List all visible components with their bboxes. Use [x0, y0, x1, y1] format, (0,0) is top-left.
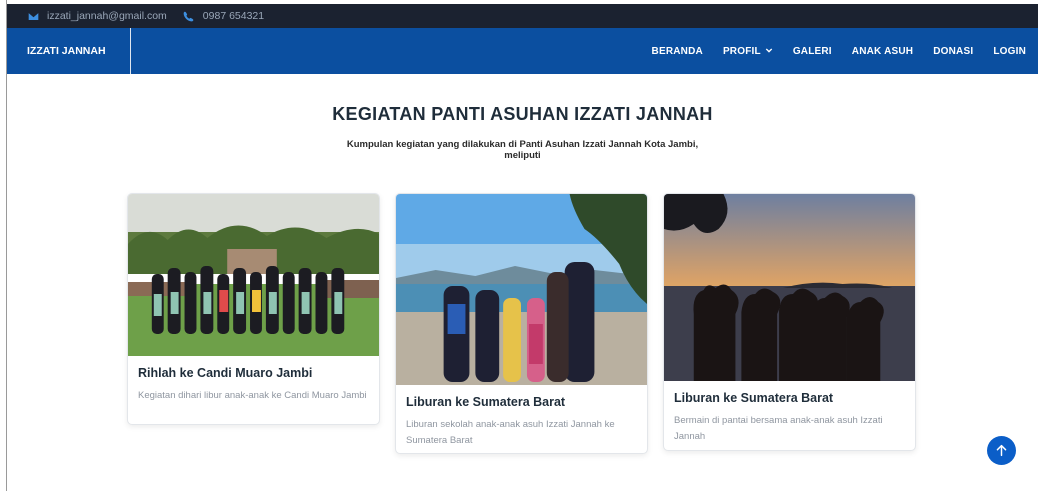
- phone-icon: [183, 10, 195, 22]
- nav-item-beranda[interactable]: BERANDA: [652, 46, 703, 57]
- nav-item-label: PROFIL: [722, 45, 761, 57]
- brand-logo[interactable]: IZZATI JANNAH: [7, 28, 131, 74]
- activity-card[interactable]: Liburan ke Sumatera Barat Liburan sekola…: [395, 193, 648, 454]
- card-body: Liburan ke Sumatera Barat Bermain di pan…: [664, 381, 915, 445]
- email-text: izzati_jannah@gmail.com: [47, 10, 167, 22]
- activity-photo: [128, 194, 379, 356]
- card-title: Liburan ke Sumatera Barat: [674, 391, 834, 405]
- card-title: Rihlah ke Candi Muaro Jambi: [138, 366, 313, 380]
- nav-item-login[interactable]: LOGIN: [993, 46, 1026, 57]
- nav-item-anak-asuh[interactable]: ANAK ASUH: [852, 46, 913, 57]
- activity-card[interactable]: Liburan ke Sumatera Barat Bermain di pan…: [663, 193, 916, 451]
- card-description: Liburan sekolah anak-anak asuh Izzati Ja…: [406, 419, 615, 446]
- section-header: KEGIATAN PANTI ASUHAN IZZATI JANNAH Kump…: [7, 74, 1038, 161]
- card-description: Bermain di pantai bersama anak-anak asuh…: [674, 415, 883, 442]
- card-title: Liburan ke Sumatera Barat: [406, 395, 566, 409]
- main-navbar: IZZATI JANNAH BERANDA PROFIL GALERI ANAK…: [7, 28, 1038, 74]
- email-contact[interactable]: izzati_jannah@gmail.com: [27, 10, 167, 22]
- page-title: KEGIATAN PANTI ASUHAN IZZATI JANNAH: [332, 104, 713, 124]
- nav-menu: BERANDA PROFIL GALERI ANAK ASUH DONASI L…: [652, 46, 1038, 57]
- window-frame: [0, 0, 7, 491]
- activity-card[interactable]: Rihlah ke Candi Muaro Jambi Kegiatan dih…: [127, 193, 380, 425]
- scroll-to-top-button[interactable]: [987, 436, 1016, 465]
- card-body: Liburan ke Sumatera Barat Liburan sekola…: [396, 385, 647, 449]
- chevron-down-icon: [765, 48, 773, 53]
- card-body: Rihlah ke Candi Muaro Jambi Kegiatan dih…: [128, 356, 379, 404]
- nav-item-donasi[interactable]: DONASI: [933, 46, 973, 57]
- envelope-icon: [27, 10, 39, 22]
- card-description: Kegiatan dihari libur anak-anak ke Candi…: [138, 390, 367, 401]
- phone-text: 0987 654321: [202, 10, 265, 22]
- activity-photo: [396, 194, 647, 385]
- phone-contact[interactable]: 0987 654321: [183, 10, 264, 22]
- nav-item-galeri[interactable]: GALERI: [793, 46, 832, 57]
- contact-bar: izzati_jannah@gmail.com 0987 654321: [7, 4, 1038, 28]
- page-subtitle: Kumpulan kegiatan yang dilakukan di Pant…: [346, 139, 699, 161]
- nav-item-profil[interactable]: PROFIL: [723, 46, 773, 57]
- arrow-up-icon: [996, 444, 1007, 457]
- activity-photo: [664, 194, 915, 381]
